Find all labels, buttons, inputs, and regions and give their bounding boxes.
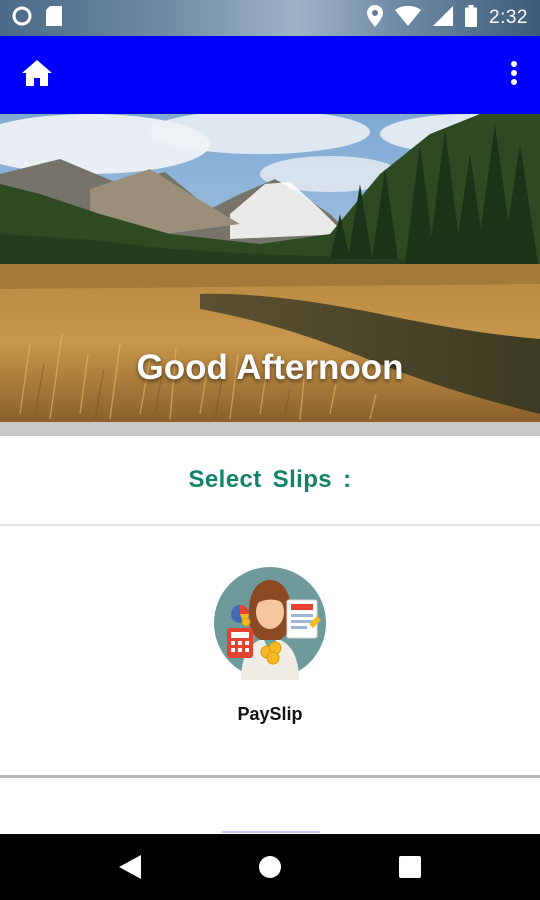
divider-bottom (0, 775, 540, 778)
section-title: Select Slips : (188, 466, 352, 493)
banner-divider (0, 422, 540, 436)
recents-square-icon[interactable] (390, 847, 430, 887)
battery-icon (465, 4, 478, 32)
greeting-text: Good Afternoon (136, 348, 404, 387)
payslip-avatar-icon[interactable] (213, 566, 327, 680)
record-circle-icon (12, 6, 32, 31)
back-icon[interactable] (110, 847, 150, 887)
home-icon[interactable] (22, 59, 52, 91)
payslip-card[interactable]: PaySlip (0, 526, 540, 776)
sd-card-icon (46, 5, 62, 31)
more-vertical-icon[interactable] (510, 60, 518, 91)
location-pin-icon (367, 4, 384, 32)
status-bar: 2:32 (0, 0, 540, 36)
clock-time: 2:32 (489, 7, 528, 28)
scroll-hint (222, 831, 320, 833)
payslip-label[interactable]: PaySlip (0, 704, 540, 725)
app-bar (0, 36, 540, 114)
system-nav-bar (0, 834, 540, 900)
home-circle-icon[interactable] (250, 847, 290, 887)
cell-signal-icon (433, 5, 454, 31)
wifi-icon (395, 5, 422, 31)
